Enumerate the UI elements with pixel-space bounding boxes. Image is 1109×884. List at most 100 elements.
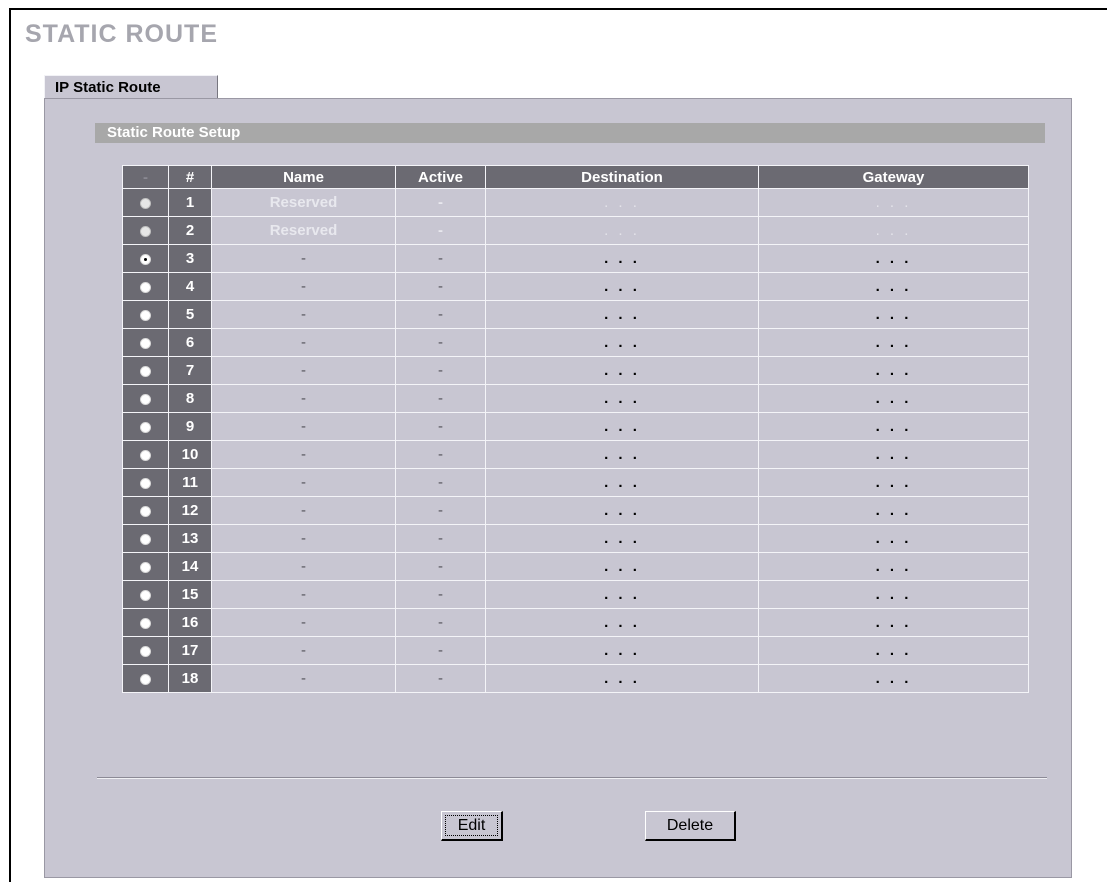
row-select-cell <box>122 440 169 469</box>
row-select-radio[interactable] <box>140 589 151 601</box>
row-name: - <box>211 328 396 357</box>
row-select-radio[interactable] <box>140 449 151 461</box>
row-active: - <box>395 272 486 301</box>
row-destination: . . . <box>485 580 759 609</box>
content-frame: STATIC ROUTE IP Static Route Static Rout… <box>9 8 1107 882</box>
row-name: - <box>211 636 396 665</box>
row-destination: . . . <box>485 300 759 329</box>
row-name: - <box>211 272 396 301</box>
row-destination: . . . <box>485 524 759 553</box>
row-select-radio <box>140 225 151 237</box>
row-gateway: . . . <box>758 216 1029 245</box>
row-gateway: . . . <box>758 412 1029 441</box>
row-select-radio[interactable] <box>140 365 151 377</box>
row-active: - <box>395 356 486 385</box>
row-name: Reserved <box>211 216 396 245</box>
row-select-radio[interactable] <box>140 253 151 265</box>
column-header-index: # <box>168 165 212 189</box>
row-gateway: . . . <box>758 328 1029 357</box>
table-row: 18- -. . .. . . <box>122 664 1029 693</box>
row-select-radio[interactable] <box>140 561 151 573</box>
row-name: - <box>211 552 396 581</box>
row-destination: . . . <box>485 412 759 441</box>
row-destination: . . . <box>485 608 759 637</box>
row-index: 15 <box>168 580 212 609</box>
row-select-radio[interactable] <box>140 421 151 433</box>
row-select-radio[interactable] <box>140 281 151 293</box>
row-select-cell <box>122 328 169 357</box>
row-name: - <box>211 384 396 413</box>
row-active: - <box>395 440 486 469</box>
row-destination: . . . <box>485 384 759 413</box>
row-select-radio[interactable] <box>140 309 151 321</box>
tab-ip-static-route[interactable]: IP Static Route <box>44 75 218 99</box>
row-name: - <box>211 412 396 441</box>
table-row: 17- -. . .. . . <box>122 636 1029 665</box>
row-gateway: . . . <box>758 384 1029 413</box>
row-select-radio[interactable] <box>140 337 151 349</box>
row-name: - <box>211 440 396 469</box>
row-gateway: . . . <box>758 496 1029 525</box>
row-destination: . . . <box>485 440 759 469</box>
row-active: - <box>395 328 486 357</box>
table-row: 11- -. . .. . . <box>122 468 1029 497</box>
table-row: 10- -. . .. . . <box>122 440 1029 469</box>
row-select-cell <box>122 636 169 665</box>
row-name: - <box>211 244 396 273</box>
column-header-select: - <box>122 165 169 189</box>
row-destination: . . . <box>485 188 759 217</box>
row-active: - <box>395 188 486 217</box>
row-select-cell <box>122 496 169 525</box>
row-destination: . . . <box>485 636 759 665</box>
row-index: 12 <box>168 496 212 525</box>
row-select-cell <box>122 664 169 693</box>
table-row: 5--. . .. . . <box>122 300 1029 329</box>
row-select-cell <box>122 524 169 553</box>
row-active: - <box>395 412 486 441</box>
table-row: 13- -. . .. . . <box>122 524 1029 553</box>
edit-button[interactable]: Edit <box>441 811 503 841</box>
row-index: 17 <box>168 636 212 665</box>
row-select-cell <box>122 356 169 385</box>
divider <box>97 777 1047 779</box>
row-destination: . . . <box>485 356 759 385</box>
row-active: - <box>395 216 486 245</box>
row-select-radio[interactable] <box>140 477 151 489</box>
row-index: 10 <box>168 440 212 469</box>
row-name: - <box>211 664 396 693</box>
row-select-radio[interactable] <box>140 617 151 629</box>
row-select-cell <box>122 384 169 413</box>
row-select-cell <box>122 412 169 441</box>
column-header-active: Active <box>395 165 486 189</box>
row-index: 5 <box>168 300 212 329</box>
row-destination: . . . <box>485 664 759 693</box>
table-row: 6--. . .. . . <box>122 328 1029 357</box>
row-select-radio[interactable] <box>140 673 151 685</box>
row-gateway: . . . <box>758 440 1029 469</box>
row-active: - <box>395 384 486 413</box>
row-name: Reserved <box>211 188 396 217</box>
row-name: - <box>211 300 396 329</box>
row-index: 16 <box>168 608 212 637</box>
row-gateway: . . . <box>758 524 1029 553</box>
row-gateway: . . . <box>758 664 1029 693</box>
row-active: - <box>395 300 486 329</box>
row-destination: . . . <box>485 244 759 273</box>
delete-button[interactable]: Delete <box>645 811 736 841</box>
table-row: 16- -. . .. . . <box>122 608 1029 637</box>
row-gateway: . . . <box>758 552 1029 581</box>
row-destination: . . . <box>485 552 759 581</box>
row-index: 8 <box>168 384 212 413</box>
row-name: - <box>211 524 396 553</box>
section-title: Static Route Setup <box>95 123 1045 143</box>
row-name: - <box>211 356 396 385</box>
row-select-radio[interactable] <box>140 505 151 517</box>
column-header-destination: Destination <box>485 165 759 189</box>
row-index: 1 <box>168 188 212 217</box>
row-select-radio[interactable] <box>140 393 151 405</box>
table-row: 14- -. . .. . . <box>122 552 1029 581</box>
row-destination: . . . <box>485 216 759 245</box>
row-select-radio[interactable] <box>140 645 151 657</box>
row-select-radio[interactable] <box>140 533 151 545</box>
row-select-cell <box>122 552 169 581</box>
